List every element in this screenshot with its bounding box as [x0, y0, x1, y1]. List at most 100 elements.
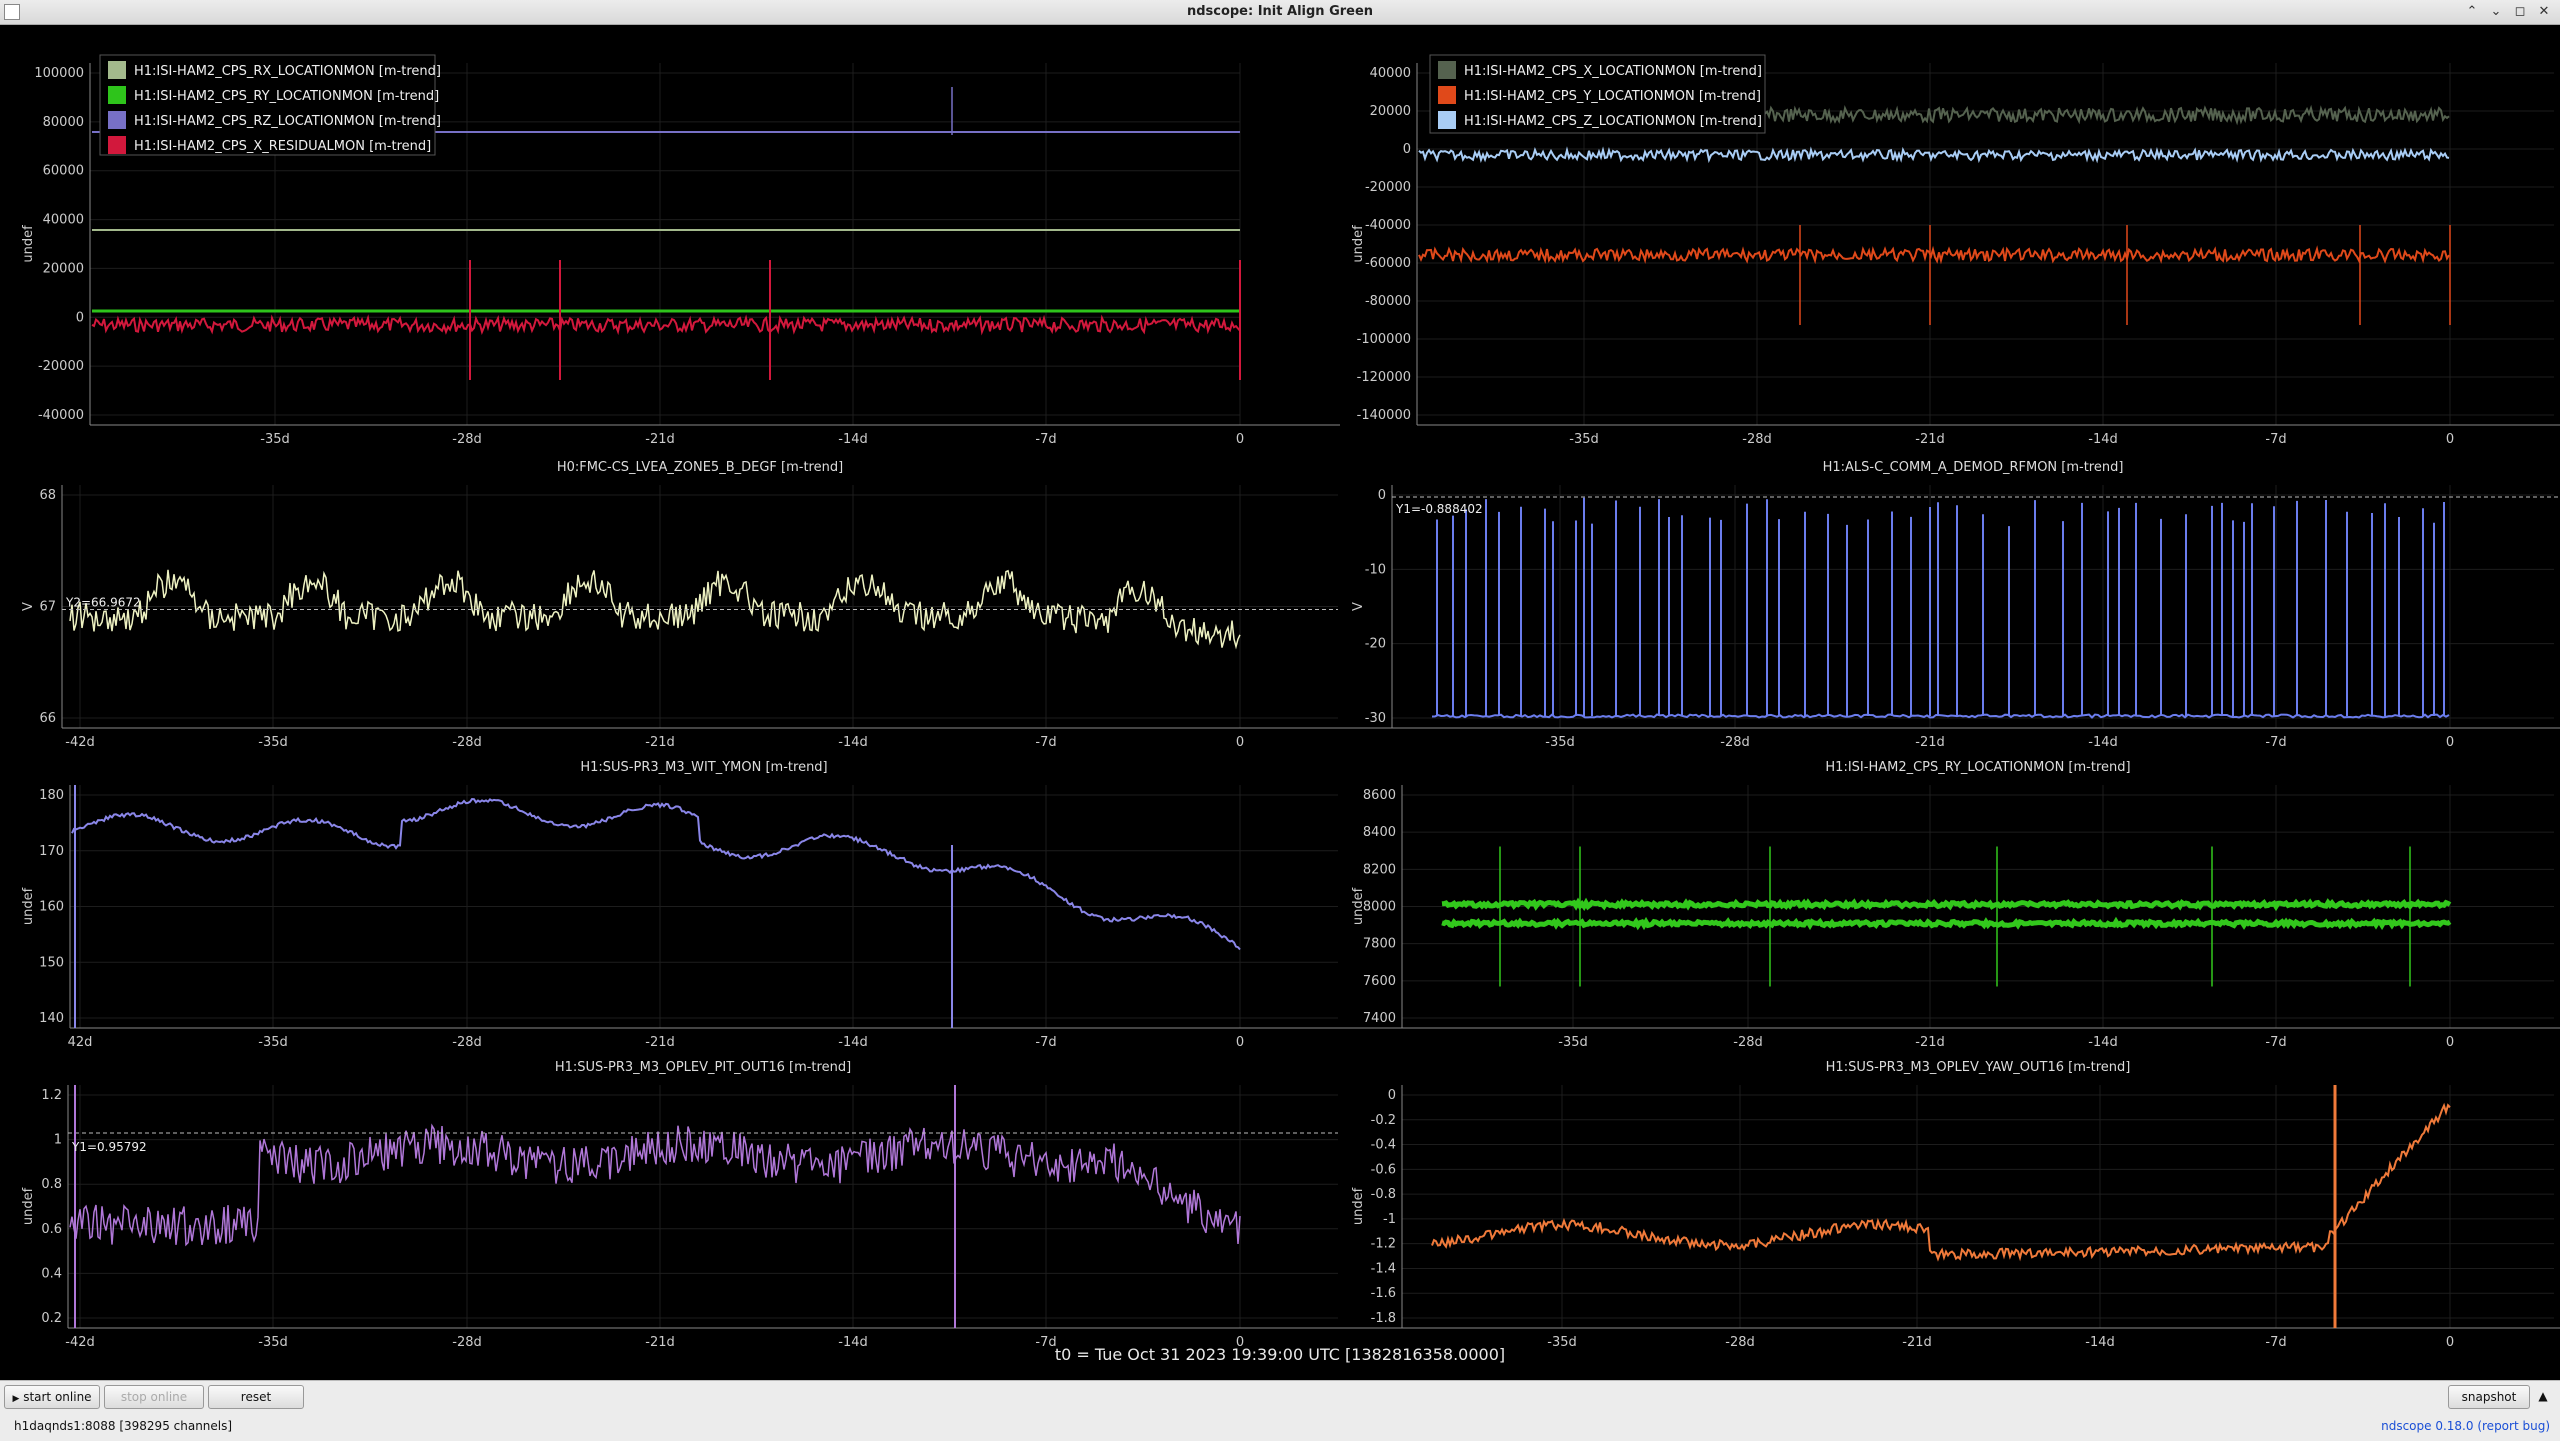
- y-tick-label: 0.4: [41, 1266, 62, 1281]
- plot-area[interactable]: 100000 80000 60000 40000 20000 0 -20000 -40000-…: [0, 25, 2560, 1380]
- legend-entry[interactable]: H1:ISI-HAM2_CPS_X_LOCATIONMON [m-trend]: [1464, 64, 1762, 79]
- y-tick-label: 8200: [1363, 862, 1396, 877]
- report-bug-link[interactable]: (report bug): [2477, 1419, 2550, 1433]
- y-tick-label: 140: [39, 1011, 64, 1026]
- cursor-label[interactable]: Y2=66.9672: [65, 596, 141, 610]
- y-tick-label: 68: [39, 488, 56, 503]
- maximize-icon[interactable]: ◻: [2510, 0, 2530, 24]
- window-title: ndscope: Init Align Green: [1186, 4, 1374, 19]
- y-tick-label: -30: [1365, 711, 1386, 726]
- plot-title: H1:ISI-HAM2_CPS_RY_LOCATIONMON [m-trend]: [1825, 760, 2130, 775]
- y-tick-label: -1.6: [1371, 1286, 1396, 1301]
- plot-title: H1:SUS-PR3_M3_WIT_YMON [m-trend]: [580, 760, 827, 775]
- server-status: h1daqnds1:8088 [398295 channels]: [14, 1419, 233, 1433]
- y-tick-label: 80000: [43, 115, 84, 130]
- close-icon[interactable]: ✕: [2534, 0, 2554, 24]
- y-tick-label: -0.2: [1371, 1113, 1396, 1128]
- legend[interactable]: H1:ISI-HAM2_CPS_RX_LOCATIONMON [m-trend]…: [99, 54, 441, 156]
- y-tick-label: 7800: [1363, 937, 1396, 952]
- plot-isi-ham2-ry-locationmon[interactable]: 8600840082008000780076007400-35d -28d -21d…: [1330, 745, 2560, 1050]
- y-tick-label: 160: [39, 900, 64, 915]
- y-tick-label: 8400: [1363, 825, 1396, 840]
- y-tick-label: 40000: [1370, 66, 1411, 81]
- plot-pr3-oplev-yaw[interactable]: 0-0.2-0.4-0.6-0.8-1-1.2-1.4-1.6-1.8-35d -…: [1330, 1045, 2560, 1350]
- plot-isi-ham2-locationmon-rxryrz[interactable]: 100000800006000040000200000-20000-40000-…: [0, 25, 1340, 447]
- play-icon: ▶: [12, 1394, 20, 1404]
- snapshot-menu-arrow-icon[interactable]: ▲: [2532, 1385, 2554, 1409]
- y-axis-label: undef: [1351, 887, 1366, 925]
- y-axis-label: V: [21, 602, 36, 611]
- start-online-button[interactable]: ▶ start online: [4, 1385, 100, 1409]
- y-tick-label: -1.2: [1371, 1237, 1396, 1252]
- y-tick-label: 20000: [1370, 104, 1411, 119]
- shade-down-icon[interactable]: ⌄: [2486, 0, 2506, 24]
- y-tick-label: -80000: [1365, 294, 1411, 309]
- version-info: ndscope 0.18.0 (report bug): [2381, 1419, 2550, 1433]
- stop-online-button[interactable]: stop online: [104, 1385, 204, 1409]
- y-tick-label: -20: [1365, 637, 1386, 652]
- y-tick-label: 100000: [34, 66, 84, 81]
- plot-als-comm-rfmon[interactable]: 0-10-20-30-35d -28d -21d -14d -7d 0VH1:ALS-C_…: [1330, 445, 2560, 750]
- legend-entry[interactable]: H1:ISI-HAM2_CPS_RZ_LOCATIONMON [m-trend]: [134, 114, 441, 129]
- y-tick-label: -100000: [1357, 332, 1411, 347]
- y-tick-label: -0.8: [1371, 1187, 1396, 1202]
- plot-title: H1:ALS-C_COMM_A_DEMOD_RFMON [m-trend]: [1823, 460, 2124, 475]
- reset-button[interactable]: reset: [208, 1385, 304, 1409]
- y-tick-label: 1.2: [41, 1088, 62, 1103]
- legend-swatch[interactable]: [1438, 86, 1456, 104]
- cursor-label[interactable]: Y1=-0.888402: [1395, 502, 1483, 516]
- legend-entry[interactable]: H1:ISI-HAM2_CPS_Y_LOCATIONMON [m-trend]: [1464, 89, 1761, 104]
- y-axis-label: undef: [21, 887, 36, 925]
- plot-title: H1:SUS-PR3_M3_OPLEV_YAW_OUT16 [m-trend]: [1826, 1060, 2131, 1075]
- y-tick-label: -60000: [1365, 256, 1411, 271]
- y-tick-label: 0: [1403, 142, 1411, 157]
- y-tick-label: 7600: [1363, 974, 1396, 989]
- y-tick-label: 67: [39, 600, 56, 615]
- legend-entry[interactable]: H1:ISI-HAM2_CPS_RY_LOCATIONMON [m-trend]: [134, 89, 439, 104]
- legend-entry[interactable]: H1:ISI-HAM2_CPS_Z_LOCATIONMON [m-trend]: [1464, 114, 1762, 129]
- legend-swatch[interactable]: [108, 86, 126, 104]
- version-link[interactable]: ndscope 0.18.0: [2381, 1419, 2473, 1433]
- y-tick-label: 0: [1388, 1088, 1396, 1103]
- y-tick-label: 0: [76, 310, 84, 325]
- legend-swatch[interactable]: [1438, 111, 1456, 129]
- y-tick-label: -140000: [1357, 408, 1411, 423]
- y-tick-label: 20000: [43, 261, 84, 276]
- y-tick-label: -10: [1365, 562, 1386, 577]
- y-tick-label: 8000: [1363, 900, 1396, 915]
- y-tick-label: 40000: [43, 213, 84, 228]
- app-icon: [4, 4, 20, 20]
- y-tick-label: -1: [1383, 1212, 1396, 1227]
- plot-pr3-wit-ymon[interactable]: 18017016015014042d -35d -28d -21d -14d -7d 0un…: [0, 745, 1438, 1050]
- legend-swatch[interactable]: [108, 136, 126, 154]
- legend-swatch[interactable]: [108, 61, 126, 79]
- cursor-label[interactable]: Y1=0.95792: [71, 1140, 147, 1154]
- y-tick-label: 8600: [1363, 788, 1396, 803]
- y-axis-label: undef: [1351, 1187, 1366, 1225]
- legend-swatch[interactable]: [1438, 61, 1456, 79]
- bottom-toolbar: ▶ start online stop online reset snapsho…: [0, 1380, 2560, 1441]
- shade-up-icon[interactable]: ⌃: [2462, 0, 2482, 24]
- legend-swatch[interactable]: [108, 111, 126, 129]
- t0-label: t0 = Tue Oct 31 2023 19:39:00 UTC [13828…: [1054, 1345, 1506, 1364]
- window-titlebar: ndscope: Init Align Green ⌃ ⌄ ◻ ✕: [0, 0, 2560, 25]
- y-tick-label: 0: [1378, 488, 1386, 503]
- y-tick-label: -40000: [1365, 218, 1411, 233]
- plot-pr3-oplev-pit[interactable]: 1.210.80.60.40.2-42d -35d -28d -21d -14d -7d 0…: [0, 1045, 1438, 1350]
- snapshot-button[interactable]: snapshot: [2448, 1385, 2530, 1409]
- legend-entry[interactable]: H1:ISI-HAM2_CPS_RX_LOCATIONMON [m-trend]: [134, 64, 441, 79]
- legend-entry[interactable]: H1:ISI-HAM2_CPS_X_RESIDUALMON [m-trend]: [134, 139, 431, 154]
- y-tick-label: -20000: [1365, 180, 1411, 195]
- y-tick-label: 1: [54, 1133, 62, 1148]
- y-axis-label: undef: [21, 1187, 36, 1225]
- y-tick-label: -40000: [38, 408, 84, 423]
- y-tick-label: 60000: [43, 164, 84, 179]
- legend[interactable]: H1:ISI-HAM2_CPS_X_LOCATIONMON [m-trend] H…: [1429, 54, 1766, 134]
- y-tick-label: -120000: [1357, 370, 1411, 385]
- plot-isi-ham2-locationmon-xyz[interactable]: 40000 20000 0 -20000 -40000 -60000 -80000 -1000…: [1330, 25, 2560, 447]
- y-tick-label: 0.8: [41, 1177, 62, 1192]
- plot-title: H0:FMC-CS_LVEA_ZONE5_B_DEGF [m-trend]: [557, 460, 843, 475]
- y-tick-label: 66: [39, 711, 56, 726]
- y-tick-label: -1.8: [1371, 1311, 1396, 1326]
- plot-lvea-zone5-degf[interactable]: 686766-42d -35d -28d -21d -14d -7d 0VH0:FMC-CS…: [0, 445, 1438, 750]
